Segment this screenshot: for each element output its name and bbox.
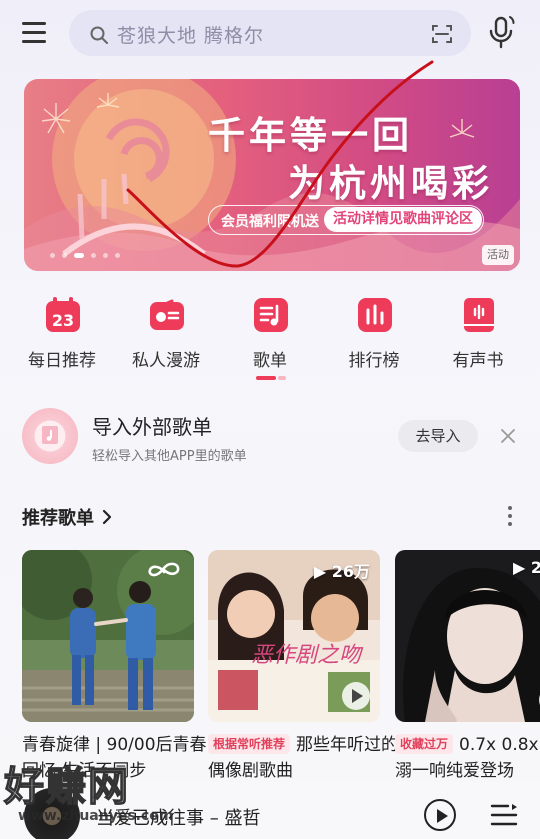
chevron-right-icon[interactable] [100,508,114,526]
carousel-dot [103,253,108,258]
playlist-title-text: 青春旋律 | 90/00后青春回忆·生活不同步 [22,735,207,781]
carousel-dot-active [74,253,84,258]
top-bar: 苍狼大地 腾格尔 [0,0,540,66]
banner-pill-left: 会员福利限机送 [221,214,319,230]
shortcut-row: 23 每日推荐 私人漫游 歌单 排行榜 有声书 [0,294,540,384]
import-playlist-card: 导入外部歌单 轻松导入其他APP里的歌单 去导入 [0,400,540,472]
carousel-dot [115,253,120,258]
music-note-icon [42,426,58,444]
search-bar[interactable]: 苍狼大地 腾格尔 [69,10,471,56]
more-options-icon[interactable] [500,504,520,528]
banner-headline-2: 为杭州喝彩 [288,161,493,205]
shortcut-radio[interactable]: 私人漫游 [116,294,216,384]
chart-icon [358,298,392,332]
playlist-title: 青春旋律 | 90/00后青春回忆·生活不同步 [22,732,212,784]
section-title[interactable]: 推荐歌单 [22,504,94,530]
search-placeholder: 苍狼大地 腾格尔 [117,25,265,47]
shortcut-daily[interactable]: 23 每日推荐 [12,294,112,384]
import-subtitle: 轻松导入其他APP里的歌单 [92,449,247,464]
shortcut-label: 每日推荐 [28,351,96,371]
playlist-title: 收藏过万 0.7x 0.8x 溺一响纯爱登场 [395,732,540,784]
carousel-dot [50,253,55,258]
calendar-date: 23 [52,311,74,330]
now-playing-title[interactable]: 当爱已成往事 – 盛哲 [96,804,260,830]
playlist-icon [254,298,288,332]
carousel-dot [62,253,67,258]
search-icon [90,26,108,44]
banner-tag: 活动 [482,245,514,265]
playlist-title: 根据常听推荐 那些年听过的偶像剧歌曲 [208,732,398,784]
shortcut-charts[interactable]: 排行榜 [324,294,424,384]
shortcut-audiobook[interactable]: 有声书 [428,294,528,384]
play-count: ▶ 206 [513,558,540,577]
banner-pill: 会员福利限机送 活动详情见歌曲评论区 [208,205,484,235]
shortcut-label: 歌单 [253,351,287,371]
recommend-chip: 根据常听推荐 [208,734,291,754]
shortcut-playlist[interactable]: 歌单 [220,294,320,384]
calendar-icon: 23 [46,297,80,332]
promo-banner[interactable]: 千年等一回 为杭州喝彩 会员福利限机送 活动详情见歌曲评论区 活动 [24,79,520,271]
shortcut-label: 有声书 [452,351,504,371]
close-icon[interactable] [500,428,516,444]
import-disc-icon [22,408,78,464]
scan-icon[interactable] [431,23,453,45]
menu-icon[interactable] [20,20,48,44]
active-indicator [256,376,286,380]
collected-chip: 收藏过万 [395,734,454,754]
play-count: ▶ 26万 [313,562,370,581]
play-icon [437,809,448,823]
radio-icon [150,299,184,330]
banner-headline-1: 千年等一回 [208,113,413,157]
svg-text:恶作剧之吻: 恶作剧之吻 [251,643,364,668]
album-disc[interactable] [24,788,80,839]
carousel-dot [91,253,96,258]
infinity-icon [148,562,180,577]
voice-search-icon[interactable] [486,14,518,50]
carousel-indicator [50,253,127,259]
banner-pill-right: 活动详情见歌曲评论区 [324,207,482,232]
mini-player[interactable]: 当爱已成往事 – 盛哲 [0,782,540,839]
import-button[interactable]: 去导入 [398,420,478,452]
import-title: 导入外部歌单 [92,415,212,439]
shortcut-label: 私人漫游 [132,351,200,371]
playlist-queue-icon[interactable] [490,802,518,828]
shortcut-label: 排行榜 [348,351,400,371]
audiobook-icon [464,298,494,332]
play-button[interactable] [424,799,456,831]
